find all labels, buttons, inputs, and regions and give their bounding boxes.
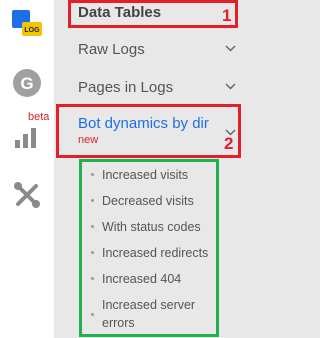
menu-item-label: Raw Logs bbox=[78, 41, 145, 58]
g-letter: G bbox=[20, 74, 33, 93]
menu-item-pages-in-logs[interactable]: Pages in Logs bbox=[54, 72, 242, 102]
logo-badge-text: LOG bbox=[24, 27, 40, 34]
log-logo-icon[interactable]: LOG bbox=[10, 6, 44, 40]
icon-rail: LOG G beta bbox=[0, 0, 54, 338]
tools-icon[interactable] bbox=[10, 178, 44, 212]
annotation-box-1 bbox=[68, 0, 238, 28]
bar-chart-icon[interactable] bbox=[10, 120, 44, 154]
annotation-box-2 bbox=[56, 104, 241, 158]
annotation-box-green bbox=[79, 159, 219, 337]
g-logo-icon[interactable]: G bbox=[10, 66, 44, 100]
menu-item-label: Pages in Logs bbox=[78, 79, 174, 96]
annotation-label-2: 2 bbox=[224, 134, 234, 153]
annotation-label-1: 1 bbox=[222, 6, 232, 25]
chevron-down-icon bbox=[225, 83, 236, 90]
chevron-down-icon bbox=[225, 45, 236, 52]
menu-item-raw-logs[interactable]: Raw Logs bbox=[54, 34, 242, 64]
